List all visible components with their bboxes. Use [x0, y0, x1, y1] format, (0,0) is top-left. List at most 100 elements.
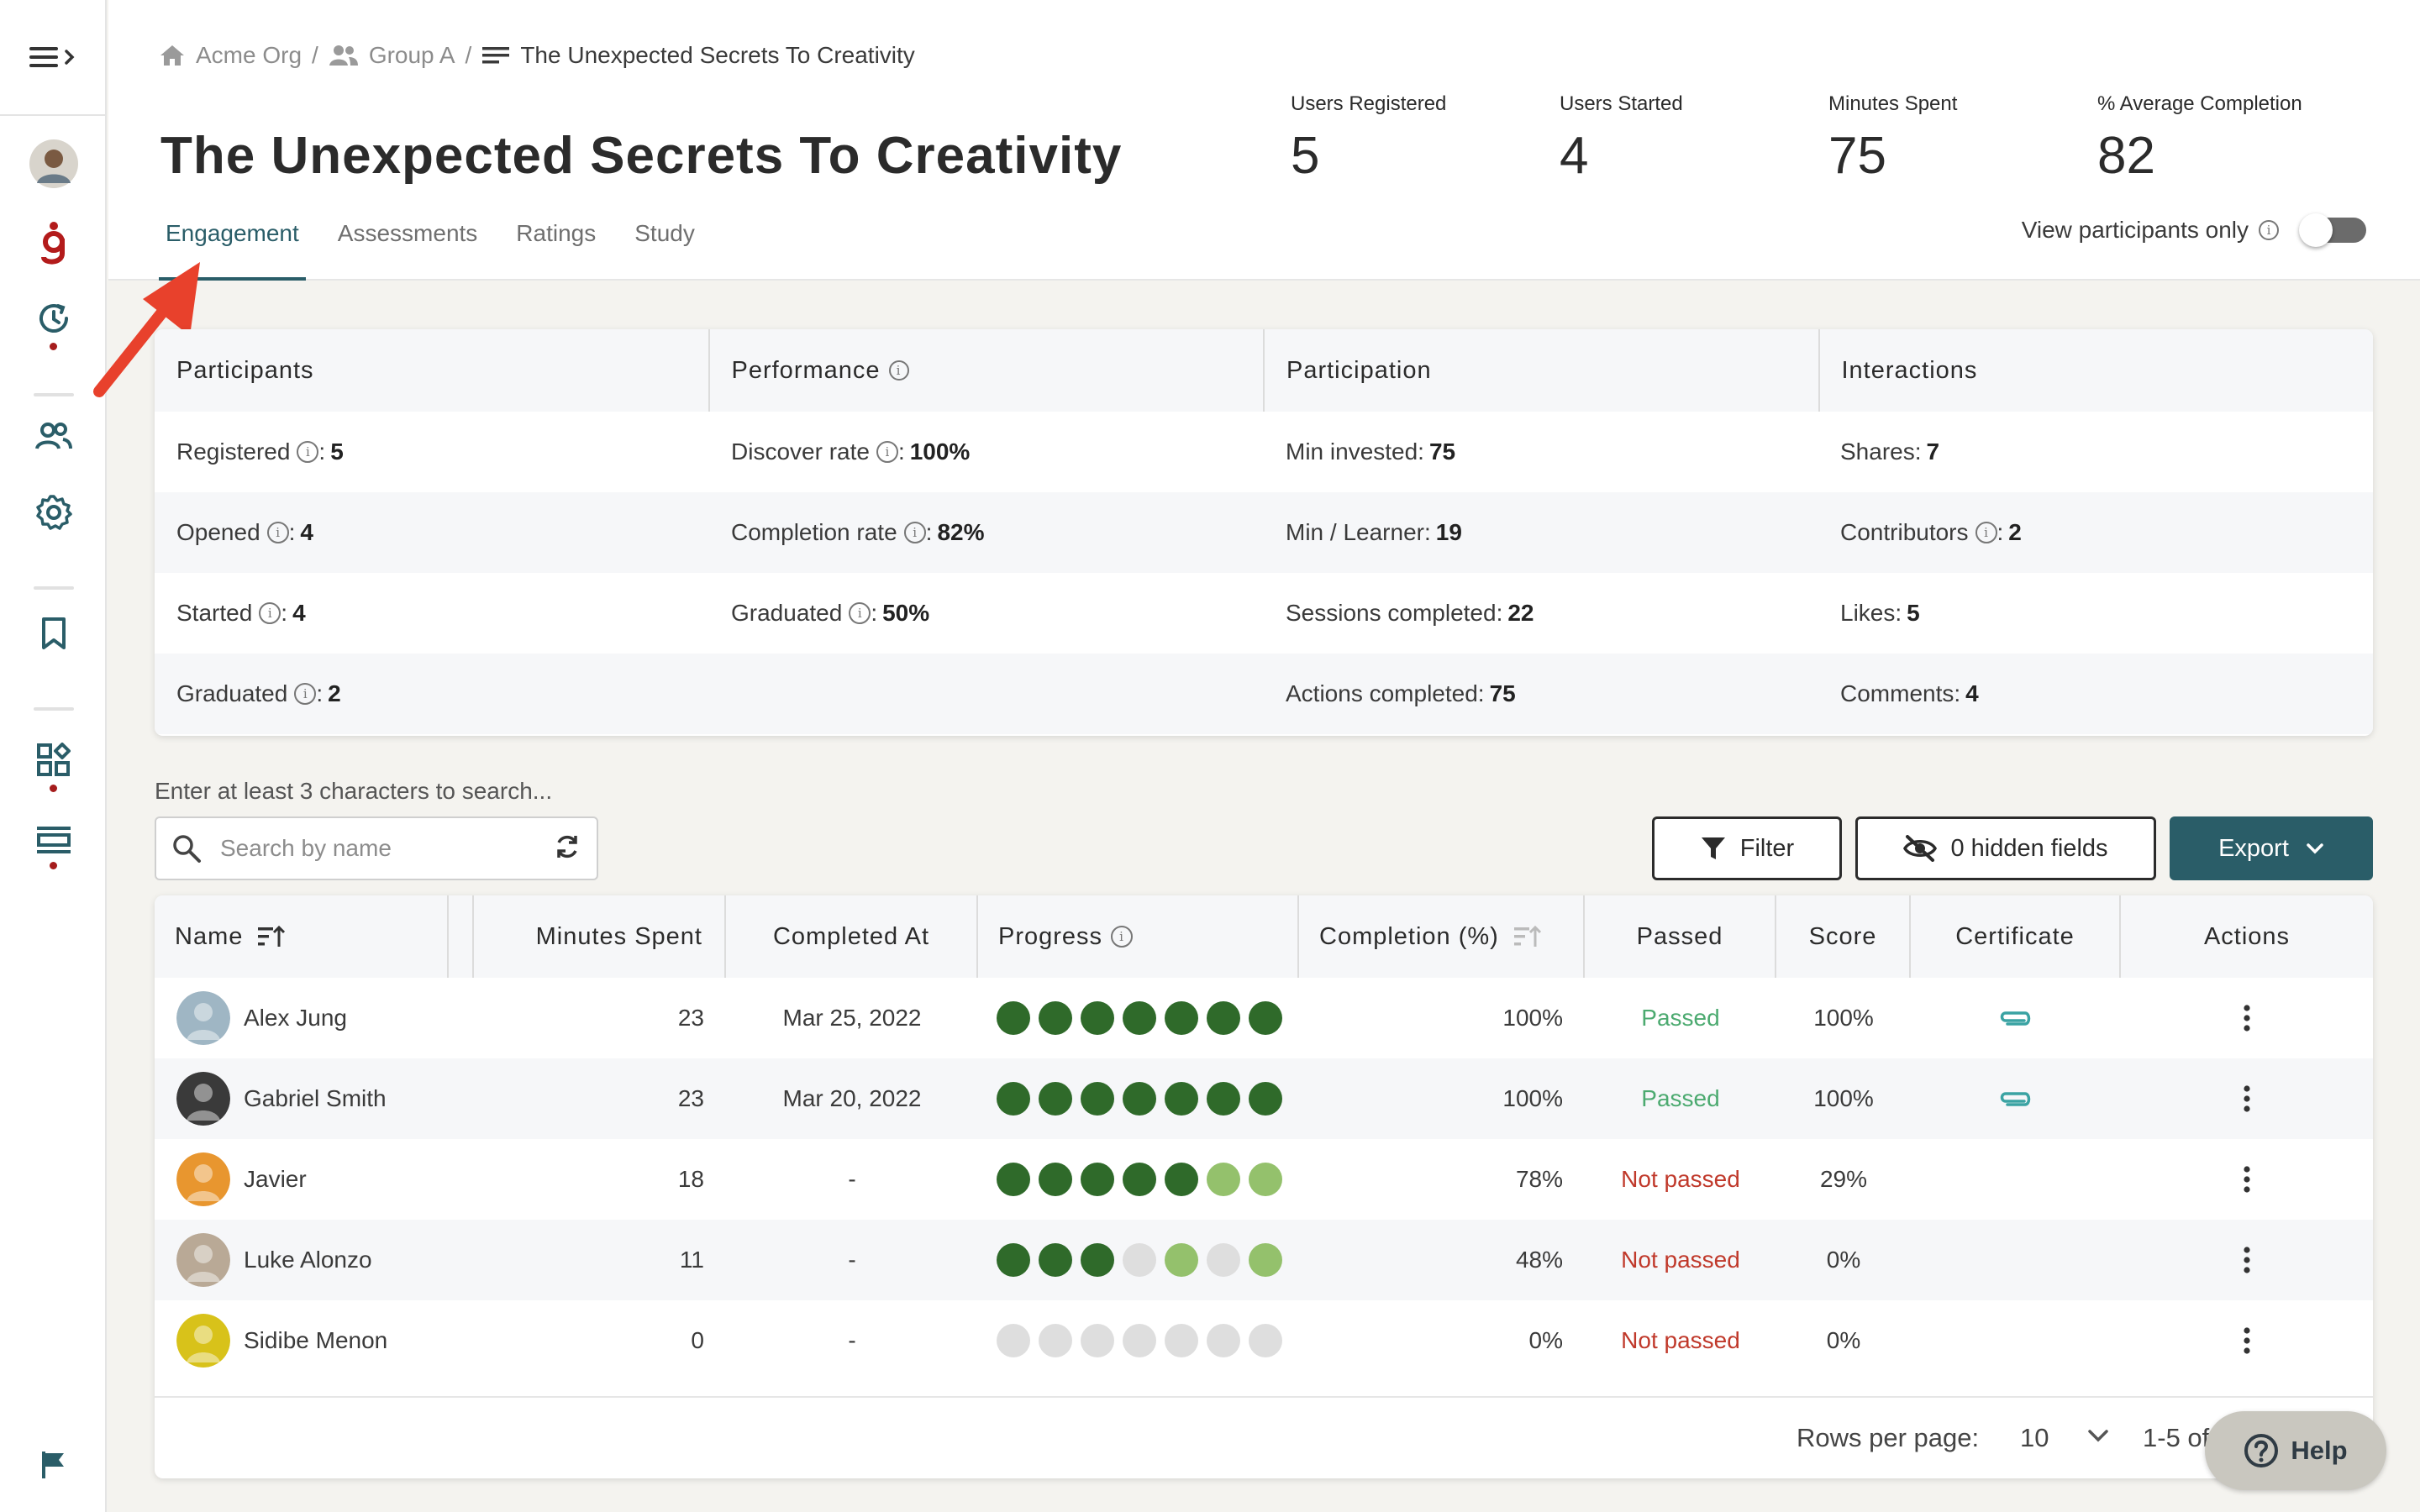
- help-button[interactable]: Help: [2205, 1411, 2386, 1490]
- reset-search-button[interactable]: [553, 832, 581, 865]
- sidebar-profile[interactable]: [0, 139, 107, 188]
- info-icon[interactable]: i: [876, 441, 898, 463]
- cell-progress: [997, 1139, 1299, 1220]
- progress-dot-done: [1081, 1082, 1114, 1116]
- breadcrumb-separator: /: [312, 42, 318, 68]
- metric-label: Likes:: [1840, 600, 1902, 626]
- info-icon[interactable]: i: [259, 602, 281, 624]
- sidebar-item-bookmarks[interactable]: [0, 617, 107, 650]
- tab-bar: Engagement Assessments Ratings Study: [159, 217, 727, 281]
- metric-min-invested: Min invested: 75: [1264, 412, 1818, 492]
- info-icon[interactable]: i: [297, 441, 319, 463]
- cell-minutes-spent: 0: [474, 1300, 704, 1381]
- metric-value: 4: [300, 519, 313, 545]
- certificate-attachment-icon[interactable]: [1997, 1008, 2034, 1028]
- table-row[interactable]: Alex Jung 23 Mar 25, 2022 100% Passed 100%: [155, 978, 2373, 1058]
- cell-name[interactable]: Gabriel Smith: [176, 1058, 445, 1139]
- sort-icon: [258, 925, 286, 947]
- more-vertical-icon[interactable]: [2242, 1246, 2252, 1274]
- breadcrumb: Acme Org / Group A / The Unexpected Secr…: [159, 42, 915, 69]
- stat-value: 4: [1560, 127, 1589, 185]
- column-header-score[interactable]: Score: [1776, 895, 1911, 978]
- summary-header-label: Participants: [176, 356, 314, 384]
- tab-assessments[interactable]: Assessments: [331, 217, 485, 281]
- info-icon[interactable]: i: [849, 602, 871, 624]
- cell-name[interactable]: Luke Alonzo: [176, 1220, 445, 1300]
- cell-name[interactable]: Sidibe Menon: [176, 1300, 445, 1381]
- table-row[interactable]: Sidibe Menon 0 - 0% Not passed 0%: [155, 1300, 2373, 1381]
- more-vertical-icon[interactable]: [2242, 1165, 2252, 1194]
- info-icon[interactable]: i: [2259, 220, 2279, 240]
- hidden-fields-button[interactable]: 0 hidden fields: [1855, 816, 2156, 880]
- info-icon[interactable]: i: [903, 522, 926, 543]
- view-list-icon: [36, 827, 71, 853]
- info-icon[interactable]: i: [888, 360, 909, 381]
- completed-at-value: Mar 20, 2022: [782, 1085, 922, 1111]
- export-button[interactable]: Export: [2170, 816, 2373, 880]
- sidebar-item-people[interactable]: [0, 422, 107, 452]
- cell-passed: Passed: [1585, 1058, 1776, 1139]
- column-header-progress[interactable]: Progress i: [978, 895, 1299, 978]
- avatar: [176, 991, 230, 1045]
- tab-study[interactable]: Study: [628, 217, 702, 281]
- export-button-label: Export: [2218, 834, 2289, 862]
- column-header-passed[interactable]: Passed: [1585, 895, 1776, 978]
- metric-label: Discover rate: [731, 438, 870, 465]
- column-header-completion[interactable]: Completion (%): [1299, 895, 1585, 978]
- widgets-icon: [36, 743, 71, 776]
- sidebar-toggle[interactable]: [0, 0, 105, 116]
- table-row[interactable]: Luke Alonzo 11 - 48% Not passed 0%: [155, 1220, 2373, 1300]
- passed-status: Not passed: [1621, 1327, 1740, 1353]
- column-header-minutes-spent[interactable]: Minutes Spent: [474, 895, 726, 978]
- info-icon[interactable]: i: [294, 683, 317, 705]
- more-vertical-icon[interactable]: [2242, 1326, 2252, 1355]
- metric-label: Graduated: [731, 600, 843, 626]
- avatar: [176, 1072, 230, 1126]
- tab-ratings[interactable]: Ratings: [509, 217, 602, 281]
- stat-label: Minutes Spent: [1828, 92, 1958, 115]
- more-vertical-icon[interactable]: [2242, 1004, 2252, 1032]
- search-box: [155, 816, 598, 880]
- info-icon[interactable]: i: [1975, 522, 1997, 543]
- summary-row: Registered i:5 Discover rate i:100% Min in…: [155, 412, 2373, 492]
- metric-label: Sessions completed:: [1286, 600, 1503, 626]
- certificate-attachment-icon[interactable]: [1997, 1089, 2034, 1109]
- info-icon[interactable]: i: [1111, 926, 1134, 948]
- metric-actions-completed: Actions completed: 75: [1264, 654, 1818, 734]
- sidebar-item-layout[interactable]: [0, 825, 107, 869]
- search-hint: Enter at least 3 characters to search...: [155, 778, 553, 804]
- people-icon: [34, 423, 72, 449]
- column-label: Progress: [998, 922, 1103, 950]
- filter-button[interactable]: Filter: [1652, 816, 1842, 880]
- pagination: Rows per page: 10 1-5 of: [155, 1396, 2373, 1478]
- progress-dot-done: [1123, 1082, 1156, 1116]
- breadcrumb-group[interactable]: Group A: [329, 42, 455, 69]
- cell-name[interactable]: Javier: [176, 1139, 445, 1220]
- table-row[interactable]: Javier 18 - 78% Not passed 29%: [155, 1139, 2373, 1220]
- cell-passed: Passed: [1585, 978, 1776, 1058]
- participant-name: Gabriel Smith: [244, 1085, 387, 1111]
- chevron-down-icon[interactable]: [2087, 1428, 2109, 1443]
- sidebar-item-report[interactable]: [0, 1450, 107, 1480]
- progress-dot-partial: [1207, 1163, 1240, 1196]
- sidebar-item-widgets[interactable]: [0, 743, 107, 792]
- cell-progress: [997, 978, 1299, 1058]
- breadcrumb-org[interactable]: Acme Org: [159, 42, 302, 69]
- more-vertical-icon[interactable]: [2242, 1084, 2252, 1113]
- participants-only-toggle[interactable]: [2299, 213, 2366, 247]
- column-header-certificate[interactable]: Certificate: [1911, 895, 2121, 978]
- cell-minutes-spent: 11: [474, 1220, 704, 1300]
- cell-name[interactable]: Alex Jung: [176, 978, 445, 1058]
- info-icon[interactable]: i: [266, 522, 289, 543]
- column-divider: [449, 895, 474, 978]
- column-label: Certificate: [1955, 922, 2075, 950]
- metric-label: Completion rate: [731, 519, 897, 545]
- column-header-name[interactable]: Name: [155, 895, 449, 978]
- search-input[interactable]: [220, 835, 523, 862]
- progress-dots: [997, 1324, 1291, 1357]
- rows-per-page-select[interactable]: 10: [2020, 1423, 2049, 1453]
- column-header-completed-at[interactable]: Completed At: [726, 895, 978, 978]
- table-row[interactable]: Gabriel Smith 23 Mar 20, 2022 100% Passed 100…: [155, 1058, 2373, 1139]
- minutes-value: 23: [677, 1005, 704, 1031]
- sidebar-item-settings[interactable]: [0, 494, 107, 531]
